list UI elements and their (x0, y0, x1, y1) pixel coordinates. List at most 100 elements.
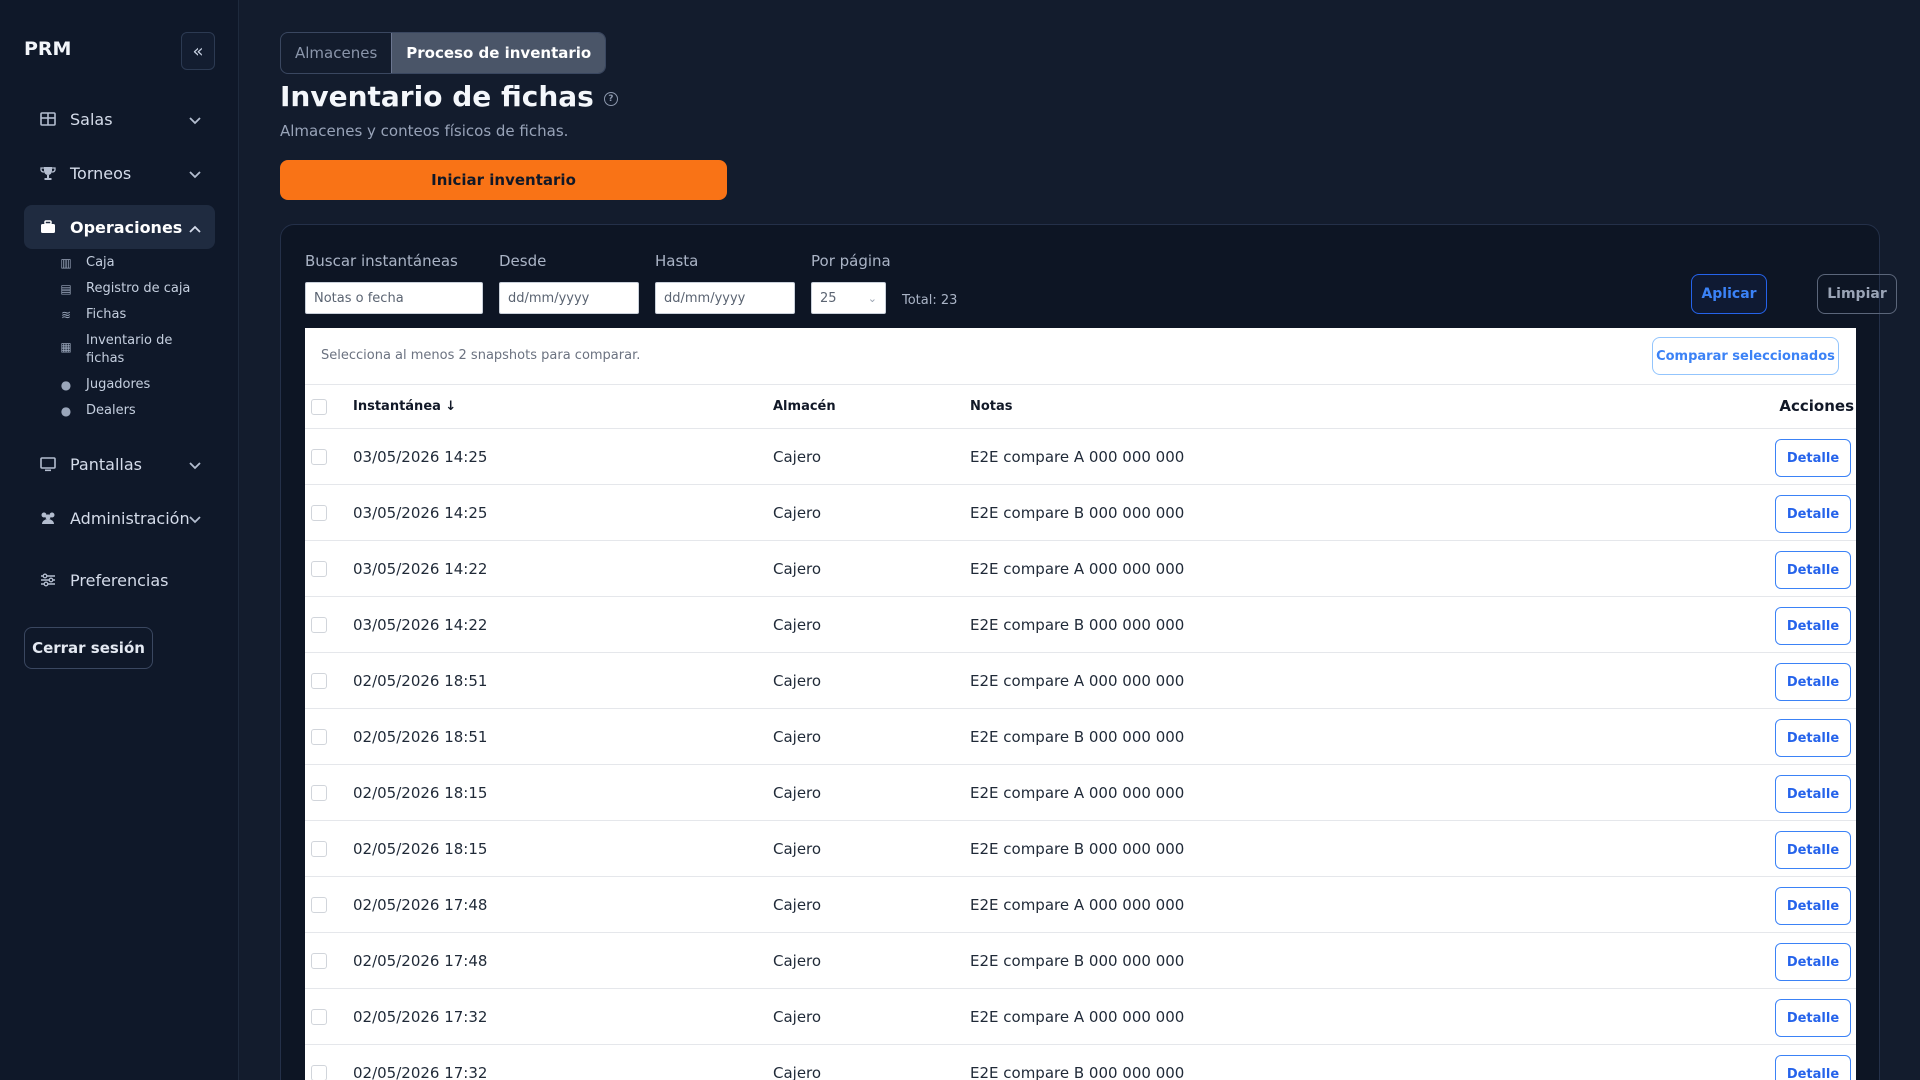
detail-button[interactable]: Detalle (1775, 1055, 1851, 1080)
from-date-placeholder: dd/mm/yyyy (508, 290, 590, 306)
row-checkbox[interactable] (311, 953, 327, 969)
cell-notes: E2E compare B 000 000 000 (970, 504, 1185, 522)
cell-warehouse: Cajero (773, 560, 822, 578)
detail-button[interactable]: Detalle (1775, 887, 1851, 925)
cell-notes: E2E compare B 000 000 000 (970, 952, 1185, 970)
apply-button[interactable]: Aplicar (1691, 274, 1767, 314)
chevron-down-icon (189, 110, 201, 129)
detail-button[interactable]: Detalle (1775, 943, 1851, 981)
nav-torneos[interactable]: Torneos (24, 151, 215, 195)
detail-button[interactable]: Detalle (1775, 719, 1851, 757)
nav-salas[interactable]: Salas (24, 97, 215, 141)
monitor-icon (38, 456, 58, 472)
book-icon: ▤ (60, 282, 72, 296)
cell-warehouse: Cajero (773, 896, 822, 914)
page-title: Inventario de fichas ? (280, 80, 618, 113)
cell-notes: E2E compare B 000 000 000 (970, 616, 1185, 634)
detail-button[interactable]: Detalle (1775, 551, 1851, 589)
cell-notes: E2E compare A 000 000 000 (970, 896, 1185, 914)
sidebar-item-dealers[interactable]: ● Dealers (58, 402, 208, 420)
sidebar-item-fichas[interactable]: ≋ Fichas (58, 306, 208, 324)
cell-snapshot: 02/05/2026 18:15 (353, 784, 488, 802)
cell-snapshot: 02/05/2026 17:48 (353, 952, 488, 970)
nav-operaciones[interactable]: Operaciones (24, 205, 215, 249)
row-checkbox[interactable] (311, 1065, 327, 1080)
total-count: Total: 23 (902, 293, 958, 308)
row-checkbox[interactable] (311, 1009, 327, 1025)
compare-bar: Selecciona al menos 2 snapshots para com… (305, 328, 1856, 385)
collapse-sidebar-button[interactable]: « (181, 32, 215, 70)
cell-warehouse: Cajero (773, 1008, 822, 1026)
row-checkbox[interactable] (311, 449, 327, 465)
table-row: 02/05/2026 18:15 Cajero E2E compare B 00… (305, 821, 1856, 877)
cell-warehouse: Cajero (773, 672, 822, 690)
tab-proceso-de-inventario[interactable]: Proceso de inventario (391, 33, 606, 73)
row-checkbox[interactable] (311, 729, 327, 745)
detail-button[interactable]: Detalle (1775, 439, 1851, 477)
tab-almacenes[interactable]: Almacenes (281, 33, 391, 73)
sidebar-item-registro-de-caja[interactable]: ▤ Registro de caja (58, 280, 208, 298)
detail-button[interactable]: Detalle (1775, 831, 1851, 869)
select-all-checkbox[interactable] (311, 399, 327, 415)
nav-administracion[interactable]: Administración (24, 496, 215, 540)
detail-button[interactable]: Detalle (1775, 495, 1851, 533)
help-icon[interactable]: ? (603, 91, 618, 106)
nav-label: Torneos (70, 163, 132, 183)
table-header: Instantánea ↓ Almacén Notas Acciones (305, 385, 1856, 429)
table-row: 03/05/2026 14:25 Cajero E2E compare B 00… (305, 485, 1856, 541)
cell-notes: E2E compare A 000 000 000 (970, 672, 1185, 690)
row-checkbox[interactable] (311, 897, 327, 913)
row-checkbox[interactable] (311, 841, 327, 857)
cell-snapshot: 02/05/2026 17:48 (353, 896, 488, 914)
table-row: 02/05/2026 17:48 Cajero E2E compare A 00… (305, 877, 1856, 933)
per-page-select[interactable]: 25 ⌄ (811, 282, 886, 314)
row-checkbox[interactable] (311, 673, 327, 689)
start-inventory-button[interactable]: Iniciar inventario (280, 160, 727, 200)
search-placeholder: Notas o fecha (314, 290, 404, 306)
cell-snapshot: 02/05/2026 17:32 (353, 1064, 488, 1080)
table-row: 02/05/2026 17:48 Cajero E2E compare B 00… (305, 933, 1856, 989)
cell-warehouse: Cajero (773, 952, 822, 970)
sidebar-item-caja[interactable]: ▥ Caja (58, 254, 208, 272)
sidebar-item-inventario-de-fichas[interactable]: ▦ Inventario de fichas (58, 332, 208, 368)
row-checkbox[interactable] (311, 617, 327, 633)
cell-notes: E2E compare B 000 000 000 (970, 840, 1185, 858)
detail-button[interactable]: Detalle (1775, 999, 1851, 1037)
chevron-down-icon (189, 509, 201, 528)
row-checkbox[interactable] (311, 561, 327, 577)
chevron-down-icon (189, 164, 201, 183)
cell-notes: E2E compare B 000 000 000 (970, 728, 1185, 746)
compare-hint: Selecciona al menos 2 snapshots para com… (321, 348, 641, 363)
chevron-down-icon (189, 455, 201, 474)
users-icon (38, 511, 58, 525)
header-actions: Acciones (1779, 397, 1854, 415)
table-body: 03/05/2026 14:25 Cajero E2E compare A 00… (305, 429, 1856, 1080)
table-row: 02/05/2026 17:32 Cajero E2E compare A 00… (305, 989, 1856, 1045)
cell-snapshot: 03/05/2026 14:22 (353, 616, 488, 634)
snapshots-panel: Buscar instantáneas Desde Hasta Por pági… (280, 224, 1897, 1080)
clear-button[interactable]: Limpiar (1817, 274, 1897, 314)
header-snapshot[interactable]: Instantánea ↓ (353, 399, 456, 414)
row-checkbox[interactable] (311, 785, 327, 801)
to-date-input[interactable]: dd/mm/yyyy (655, 282, 795, 314)
logout-button[interactable]: Cerrar sesión (24, 627, 153, 669)
nav-pantallas[interactable]: Pantallas (24, 442, 215, 486)
from-date-input[interactable]: dd/mm/yyyy (499, 282, 639, 314)
sidebar-item-jugadores[interactable]: ● Jugadores (58, 376, 208, 394)
row-checkbox[interactable] (311, 505, 327, 521)
cell-snapshot: 02/05/2026 17:32 (353, 1008, 488, 1026)
cell-snapshot: 03/05/2026 14:22 (353, 560, 488, 578)
cell-snapshot: 02/05/2026 18:15 (353, 840, 488, 858)
cell-warehouse: Cajero (773, 448, 822, 466)
header-notes: Notas (970, 399, 1013, 414)
detail-button[interactable]: Detalle (1775, 663, 1851, 701)
nav-preferencias[interactable]: Preferencias (24, 558, 215, 602)
warehouse-icon: ▦ (60, 340, 72, 354)
compare-selected-button[interactable]: Comparar seleccionados (1652, 337, 1839, 375)
cell-notes: E2E compare A 000 000 000 (970, 1008, 1185, 1026)
sliders-icon (38, 573, 58, 587)
cell-notes: E2E compare A 000 000 000 (970, 448, 1185, 466)
detail-button[interactable]: Detalle (1775, 775, 1851, 813)
search-input[interactable]: Notas o fecha (305, 282, 483, 314)
detail-button[interactable]: Detalle (1775, 607, 1851, 645)
